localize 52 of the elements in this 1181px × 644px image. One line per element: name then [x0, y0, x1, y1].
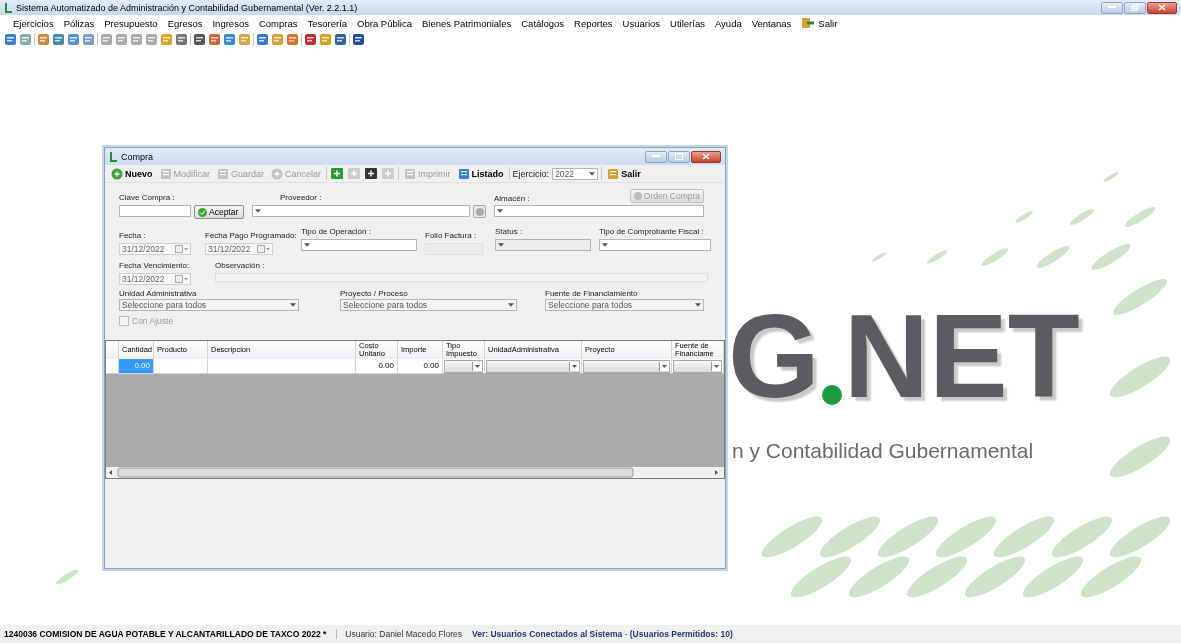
table-cell[interactable]: 0.00	[356, 359, 398, 374]
field-label: Proveedor :	[280, 193, 323, 202]
menu-item[interactable]: Egresos	[162, 16, 208, 30]
menu-item[interactable]: Tesorería	[302, 16, 353, 30]
menu-item[interactable]: Usuarios	[617, 16, 666, 30]
field-label: Almacén :	[494, 194, 530, 203]
user-label: Usuario: Daniel Macedo Flores	[336, 629, 462, 639]
menu-item[interactable]: Ventanas	[746, 16, 797, 30]
menu-item[interactable]: Bienes Patrimoniales	[417, 16, 517, 30]
field-label: Tipo de Operación :	[301, 227, 372, 236]
accept-button[interactable]: Aceptar	[194, 205, 244, 219]
menu-item[interactable]: Ayuda	[709, 16, 747, 30]
field-label: Fecha :	[119, 231, 147, 240]
logo-text: NET	[843, 297, 1080, 415]
dropdown[interactable]: Seleccione para todos	[545, 299, 704, 311]
field-label: Proyecto / Proceso	[340, 289, 409, 298]
menu-item[interactable]: Utilerías	[665, 16, 710, 30]
logo-subtitle: n y Contabilidad Gubernamental	[732, 439, 1034, 463]
menu-item[interactable]: Presupuesto	[99, 16, 163, 30]
dropdown[interactable]: Seleccione para todos	[119, 299, 299, 311]
menu-item[interactable]: Pólizas	[58, 16, 100, 30]
window-title: Sistema Automatizado de Administración y Contabilidad Gubernamental (Ver. 2.2.1.1)	[16, 2, 359, 13]
field-label: Observación :	[215, 261, 266, 270]
field-label: Status :	[495, 227, 524, 236]
menu-item[interactable]: Catálogos	[516, 16, 570, 30]
field-label: Fecha Vencimiento:	[119, 261, 191, 270]
field-label: Tipo de Comprobante Fiscal :	[599, 227, 705, 236]
toolbar-button[interactable]: Nuevo	[109, 167, 155, 180]
menu-item[interactable]: Obra Pública	[352, 16, 417, 30]
date-field[interactable]: 31/12/2022	[119, 273, 191, 285]
toolbar-button[interactable]: Listado	[455, 167, 506, 180]
entity-label: 1240036 COMISION DE AGUA POTABLE Y ALCANTARILLADO DE TAXCO 2022 *	[4, 629, 327, 639]
menu-item[interactable]: Salir	[796, 16, 843, 30]
menu-item[interactable]: Ingresos	[207, 16, 254, 30]
date-field[interactable]: 31/12/2022	[205, 243, 273, 255]
field-label: Folio Factura :	[425, 231, 478, 240]
table-cell[interactable]: 0.00	[398, 359, 443, 374]
menu-item[interactable]: Compras	[253, 16, 303, 30]
menu-item[interactable]: Reportes	[569, 16, 618, 30]
field-label: Ejercicio:	[512, 168, 550, 179]
logo-text: G	[728, 297, 820, 415]
toolbar-button[interactable]: Salir	[605, 167, 643, 180]
dropdown[interactable]: Seleccione para todos	[340, 299, 517, 311]
year-dropdown[interactable]: 2022	[552, 167, 599, 180]
date-field[interactable]: 31/12/2022	[119, 243, 191, 255]
dialog-title: Compra	[121, 151, 154, 162]
menu-item[interactable]: Ejercicios	[8, 16, 59, 30]
field-label: Unidad Administrativa	[119, 289, 198, 298]
connected-users-link[interactable]: Ver: Usuarios Conectados al Sistema - (Usuarios Permitidos: 10)	[472, 629, 733, 639]
field-label: Fecha Pago Programado:	[205, 231, 298, 240]
field-label: Clave Compra :	[119, 193, 176, 202]
field-label: Fuente de Financiamiento	[545, 289, 639, 298]
